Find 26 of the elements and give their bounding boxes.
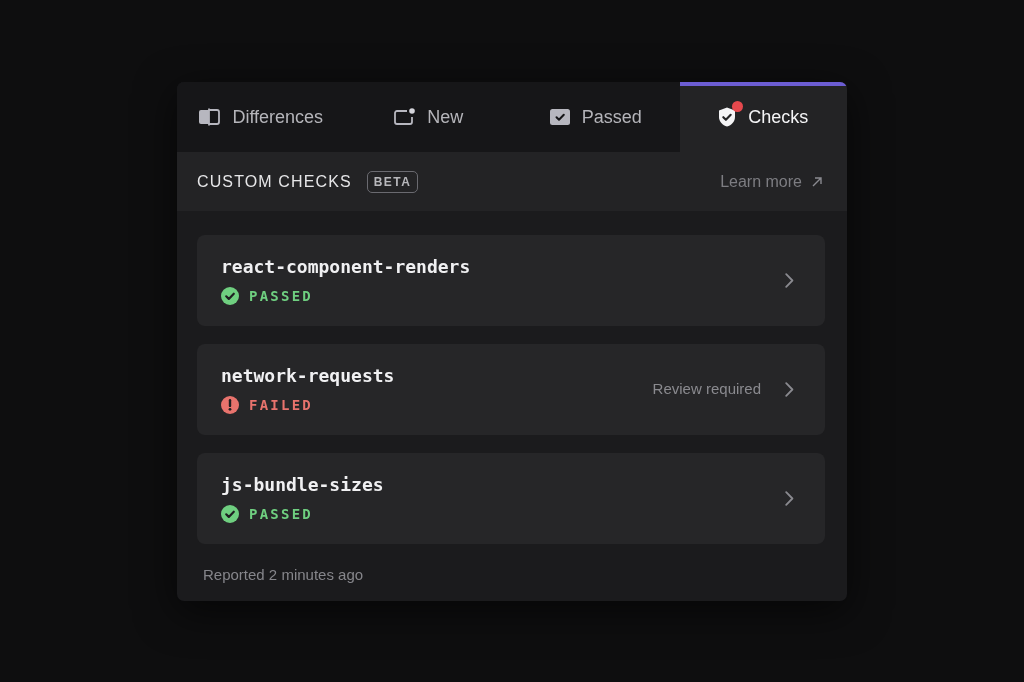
check-card[interactable]: js-bundle-sizes PASSED (197, 453, 825, 544)
exclamation-circle-icon (221, 396, 239, 414)
check-card[interactable]: react-component-renders PASSED (197, 235, 825, 326)
status-label: FAILED (249, 395, 313, 415)
tab[interactable]: Checks (679, 82, 847, 152)
learn-more-link[interactable]: Learn more (720, 169, 822, 194)
chevron-right-icon (785, 491, 794, 506)
status-label: PASSED (249, 504, 313, 524)
check-name: network-requests (221, 363, 395, 388)
frame-dot-icon (393, 108, 416, 126)
check-name: react-component-renders (221, 254, 471, 279)
check-circle-icon (221, 505, 239, 523)
chevron-right-icon (785, 382, 794, 397)
checkbox-icon (549, 109, 570, 125)
check-circle-icon (221, 287, 239, 305)
chevron-right-icon (785, 273, 794, 288)
status-label: PASSED (249, 286, 313, 306)
external-arrow-icon (812, 176, 822, 187)
check-name: js-bundle-sizes (221, 472, 384, 497)
reported-time: Reported 2 minutes ago (203, 566, 364, 583)
check-card[interactable]: network-requests FAILED Review required (197, 344, 825, 435)
beta-badge: BETA (366, 170, 419, 193)
section-title: CUSTOM CHECKS (197, 171, 352, 192)
shield-check-icon (718, 107, 737, 127)
split-square-icon (198, 108, 221, 126)
review-note: Review required (652, 379, 761, 400)
